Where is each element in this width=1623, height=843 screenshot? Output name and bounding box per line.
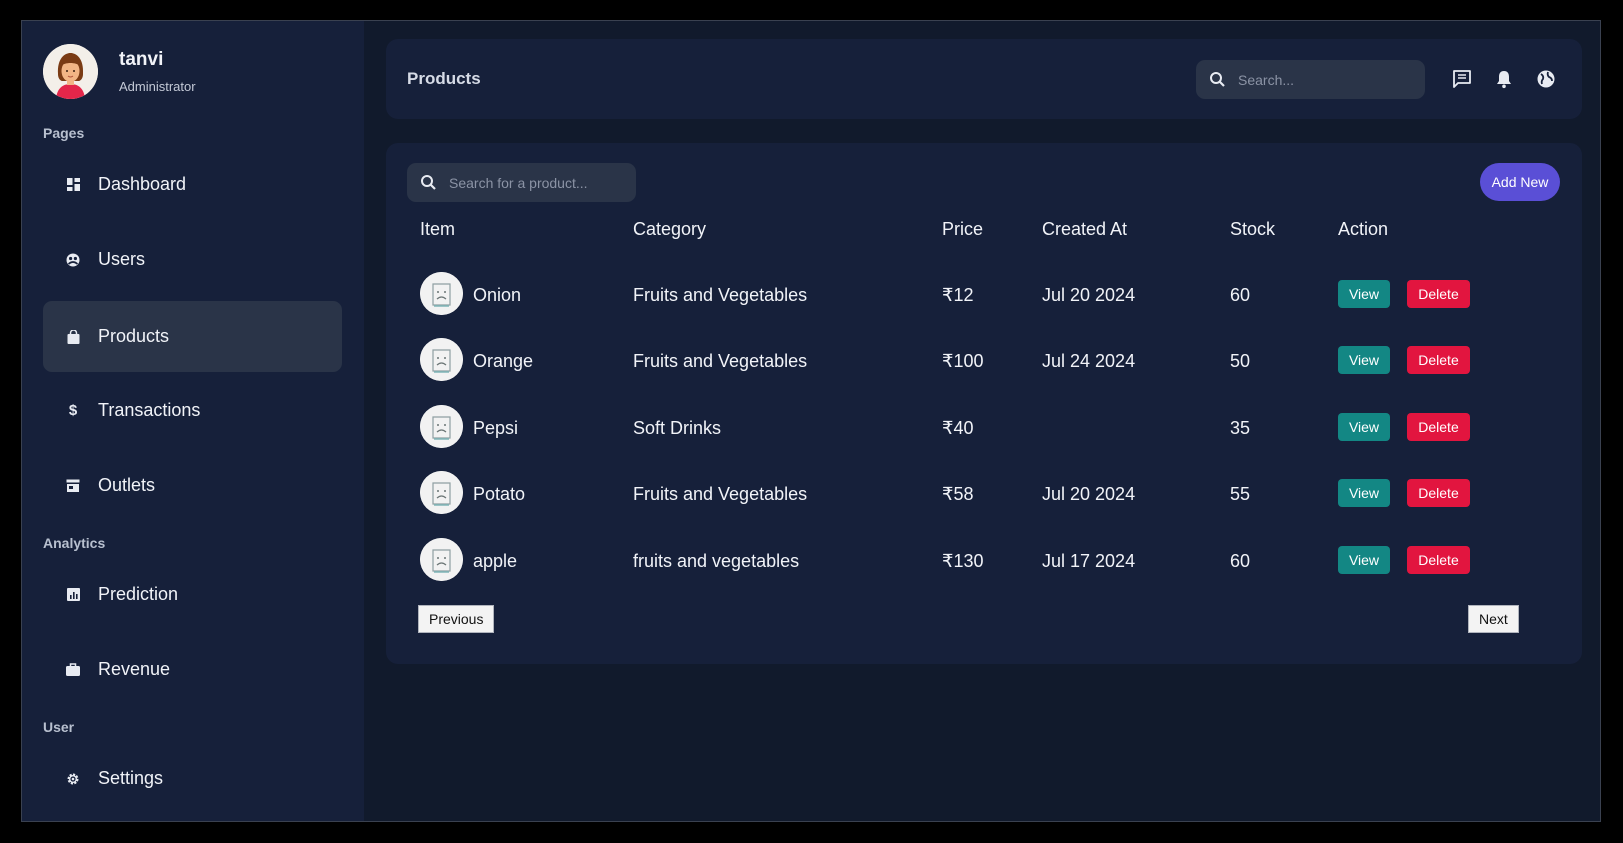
add-new-button[interactable]: Add New <box>1480 163 1560 201</box>
view-button[interactable]: View <box>1338 479 1390 507</box>
product-placeholder-icon <box>420 272 463 315</box>
sidebar-item-revenue[interactable]: Revenue <box>43 634 342 705</box>
bell-icon[interactable] <box>1494 69 1514 89</box>
product-name: Pepsi <box>473 418 519 438</box>
product-created-at: Jul 24 2024 <box>1042 351 1136 371</box>
column-header-action: Action <box>1338 219 1389 239</box>
top-header: Products <box>386 39 1582 119</box>
sidebar-item-settings[interactable]: Settings <box>43 743 342 814</box>
delete-button[interactable]: Delete <box>1407 280 1470 308</box>
message-icon[interactable] <box>1452 69 1472 89</box>
column-header-item: Item <box>420 219 456 239</box>
user-role: Administrator <box>119 79 196 94</box>
product-created-at: Jul 20 2024 <box>1042 285 1136 305</box>
product-search[interactable] <box>407 163 636 202</box>
app-window: tanvi Administrator Pages Dashboard User… <box>21 20 1601 822</box>
page-title: Products <box>407 69 481 88</box>
product-category: Fruits and Vegetables <box>633 484 808 504</box>
user-name: tanvi <box>119 49 164 70</box>
header-search-input[interactable] <box>1236 70 1410 89</box>
product-name: Onion <box>473 285 522 305</box>
globe-icon[interactable] <box>1536 69 1556 89</box>
view-button[interactable]: View <box>1338 346 1390 374</box>
product-created-at: Jul 20 2024 <box>1042 484 1136 504</box>
sidebar-item-users[interactable]: Users <box>43 224 342 295</box>
view-button[interactable]: View <box>1338 280 1390 308</box>
section-label-analytics: Analytics <box>43 535 106 551</box>
product-stock: 55 <box>1230 484 1251 504</box>
product-name: Potato <box>473 484 526 504</box>
sidebar-item-label: Prediction <box>98 584 179 604</box>
section-label-user: User <box>43 719 75 735</box>
briefcase-icon <box>66 663 80 677</box>
dashboard-icon <box>66 178 80 192</box>
user-profile[interactable]: tanvi Administrator <box>43 44 196 99</box>
product-search-input[interactable] <box>447 173 621 192</box>
sidebar-item-outlets[interactable]: Outlets <box>43 450 342 521</box>
product-created-at: Jul 17 2024 <box>1042 551 1136 571</box>
delete-button[interactable]: Delete <box>1407 546 1470 574</box>
search-icon <box>1210 71 1225 87</box>
users-icon <box>66 253 80 267</box>
product-name: apple <box>473 551 518 571</box>
view-button[interactable]: View <box>1338 546 1390 574</box>
table-row: apple fruits and vegetables ₹130 Jul 17 … <box>386 527 1582 593</box>
product-category: fruits and vegetables <box>633 551 800 571</box>
sidebar-item-products[interactable]: Products <box>43 301 342 372</box>
product-category: Fruits and Vegetables <box>633 285 808 305</box>
sidebar-item-label: Transactions <box>98 400 201 420</box>
dollar-icon: $ <box>68 402 78 419</box>
header-search[interactable] <box>1196 60 1425 99</box>
product-price: ₹12 <box>942 285 974 305</box>
table-row: Onion Fruits and Vegetables ₹12 Jul 20 2… <box>386 261 1582 327</box>
product-price: ₹100 <box>942 351 984 371</box>
product-placeholder-icon <box>420 405 463 448</box>
product-name: Orange <box>473 351 534 371</box>
sidebar-item-prediction[interactable]: Prediction <box>43 559 342 630</box>
sidebar-item-label: Users <box>98 249 146 269</box>
delete-button[interactable]: Delete <box>1407 346 1470 374</box>
product-placeholder-icon <box>420 338 463 381</box>
sidebar: tanvi Administrator Pages Dashboard User… <box>22 21 364 821</box>
sidebar-item-label: Outlets <box>98 475 156 495</box>
product-category: Soft Drinks <box>633 418 722 438</box>
previous-page-button[interactable]: Previous <box>418 605 495 633</box>
table-row: Orange Fruits and Vegetables ₹100 Jul 24… <box>386 327 1582 393</box>
table-row: Pepsi Soft Drinks ₹40 35 View Delete <box>386 394 1582 460</box>
product-placeholder-icon <box>420 538 463 581</box>
sidebar-item-label: Revenue <box>98 659 171 679</box>
avatar <box>43 44 98 99</box>
delete-button[interactable]: Delete <box>1407 479 1470 507</box>
product-category: Fruits and Vegetables <box>633 351 808 371</box>
sidebar-item-label: Dashboard <box>98 174 187 194</box>
delete-button[interactable]: Delete <box>1407 413 1470 441</box>
product-price: ₹58 <box>942 484 974 504</box>
column-header-stock: Stock <box>1230 219 1276 239</box>
products-panel: Add New Item Category Price Created At S… <box>386 143 1582 664</box>
sidebar-item-label: Settings <box>98 768 164 788</box>
column-header-price: Price <box>942 219 984 239</box>
product-price: ₹130 <box>942 551 984 571</box>
shopping-bag-icon <box>66 329 80 344</box>
gear-icon <box>66 772 80 786</box>
product-stock: 60 <box>1230 285 1251 305</box>
search-icon <box>421 174 436 190</box>
section-label-pages: Pages <box>43 125 85 141</box>
product-placeholder-icon <box>420 471 463 514</box>
chart-icon <box>66 588 80 602</box>
table-row: Potato Fruits and Vegetables ₹58 Jul 20 … <box>386 460 1582 526</box>
column-header-category: Category <box>633 219 707 239</box>
sidebar-item-transactions[interactable]: $ Transactions <box>43 375 342 446</box>
sidebar-item-label: Products <box>98 326 170 346</box>
product-price: ₹40 <box>942 418 974 438</box>
store-icon <box>66 479 80 493</box>
product-stock: 50 <box>1230 351 1251 371</box>
product-stock: 35 <box>1230 418 1251 438</box>
sidebar-item-dashboard[interactable]: Dashboard <box>43 149 342 220</box>
product-stock: 60 <box>1230 551 1251 571</box>
view-button[interactable]: View <box>1338 413 1390 441</box>
next-page-button[interactable]: Next <box>1468 605 1519 633</box>
column-header-created-at: Created At <box>1042 219 1128 239</box>
